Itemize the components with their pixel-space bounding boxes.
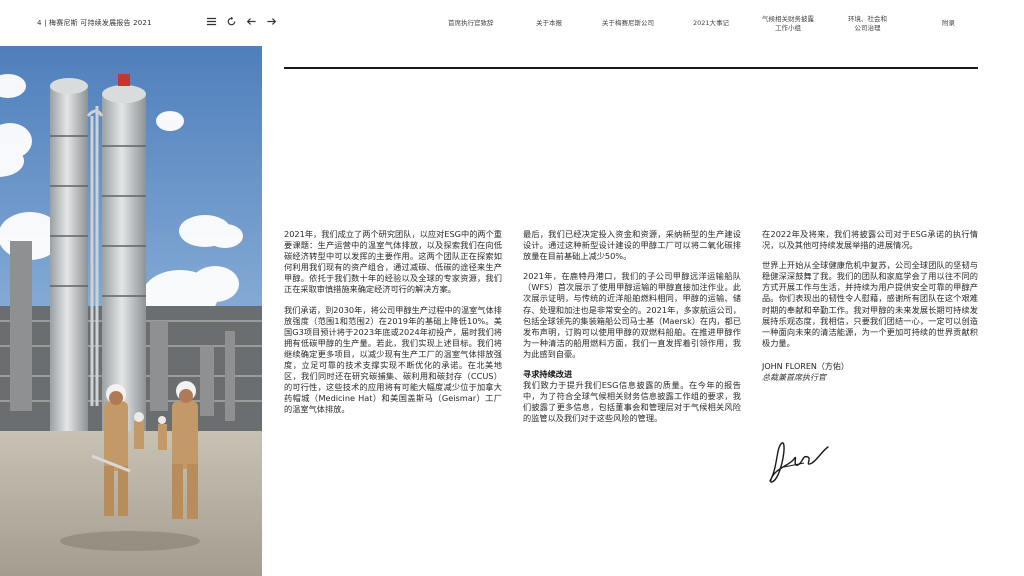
arrow-right-icon[interactable]	[264, 14, 278, 28]
paragraph: 世界上开始从全球健康危机中复苏，公司全球团队的坚韧与稳健深深鼓舞了我。我们的团队…	[762, 260, 978, 348]
column-3: 在2022年及将来，我们将披露公司对于ESG承诺的执行情况，以及其他可持续发展举…	[762, 229, 978, 383]
nav-esg[interactable]: 环境、社会和 公司治理	[848, 15, 887, 33]
paragraph: 2021年，我们成立了两个研究团队，以应对ESG中的两个重要课题：生产运营中的温…	[284, 229, 502, 295]
paragraph: 在2022年及将来，我们将披露公司对于ESG承诺的执行情况，以及其他可持续发展举…	[762, 229, 978, 251]
document-title: 4 | 梅赛尼斯 可持续发展报告 2021	[37, 19, 152, 27]
signatory-title: 总裁兼首席执行官	[762, 373, 826, 383]
subheading: 寻求持续改进	[523, 369, 573, 380]
paragraph: 我们致力于提升我们ESG信息披露的质量。在今年的报告中，为了符合全球气候相关财务…	[523, 380, 741, 424]
column-2: 最后，我们已经决定投入资金和资源，采纳新型的生产建设设计。通过这种新型设计建设的…	[523, 229, 741, 434]
paragraph: 最后，我们已经决定投入资金和资源，采纳新型的生产建设设计。通过这种新型设计建设的…	[523, 229, 741, 262]
section-rule	[284, 67, 978, 69]
nav-tcfd[interactable]: 气候相关财务披露 工作小组	[762, 15, 814, 33]
nav-2021-highlights[interactable]: 2021大事记	[693, 19, 729, 28]
nav-ceo-message[interactable]: 首席执行官致辞	[448, 19, 494, 28]
arrow-left-icon[interactable]	[244, 14, 258, 28]
paragraph: 我们承诺，到2030年，将公司甲醇生产过程中的温室气体排放强度（范围1和范围2）…	[284, 304, 502, 415]
nav-appendix[interactable]: 附录	[942, 19, 955, 28]
signatory-name: JOHN FLOREN（方佑）	[762, 361, 849, 371]
toolbar	[204, 14, 278, 28]
paragraph: 2021年，在鹿特丹港口，我们的子公司甲醇远洋运输船队（WFS）首次展示了使用甲…	[523, 271, 741, 359]
refresh-icon[interactable]	[224, 14, 238, 28]
signature-image	[769, 442, 829, 483]
plant-photo	[0, 46, 262, 576]
nav-about-report[interactable]: 关于本报	[536, 19, 562, 28]
column-1: 2021年，我们成立了两个研究团队，以应对ESG中的两个重要课题：生产运营中的温…	[284, 229, 502, 425]
menu-icon[interactable]	[204, 14, 218, 28]
section-nav: 首席执行官致辞 关于本报 关于梅赛尼斯公司 2021大事记 气候相关财务披露 工…	[440, 0, 1000, 46]
nav-about-company[interactable]: 关于梅赛尼斯公司	[602, 19, 654, 28]
top-bar: 4 | 梅赛尼斯 可持续发展报告 2021 首席执行官致辞 关于本报 关于梅赛尼…	[0, 0, 1024, 46]
